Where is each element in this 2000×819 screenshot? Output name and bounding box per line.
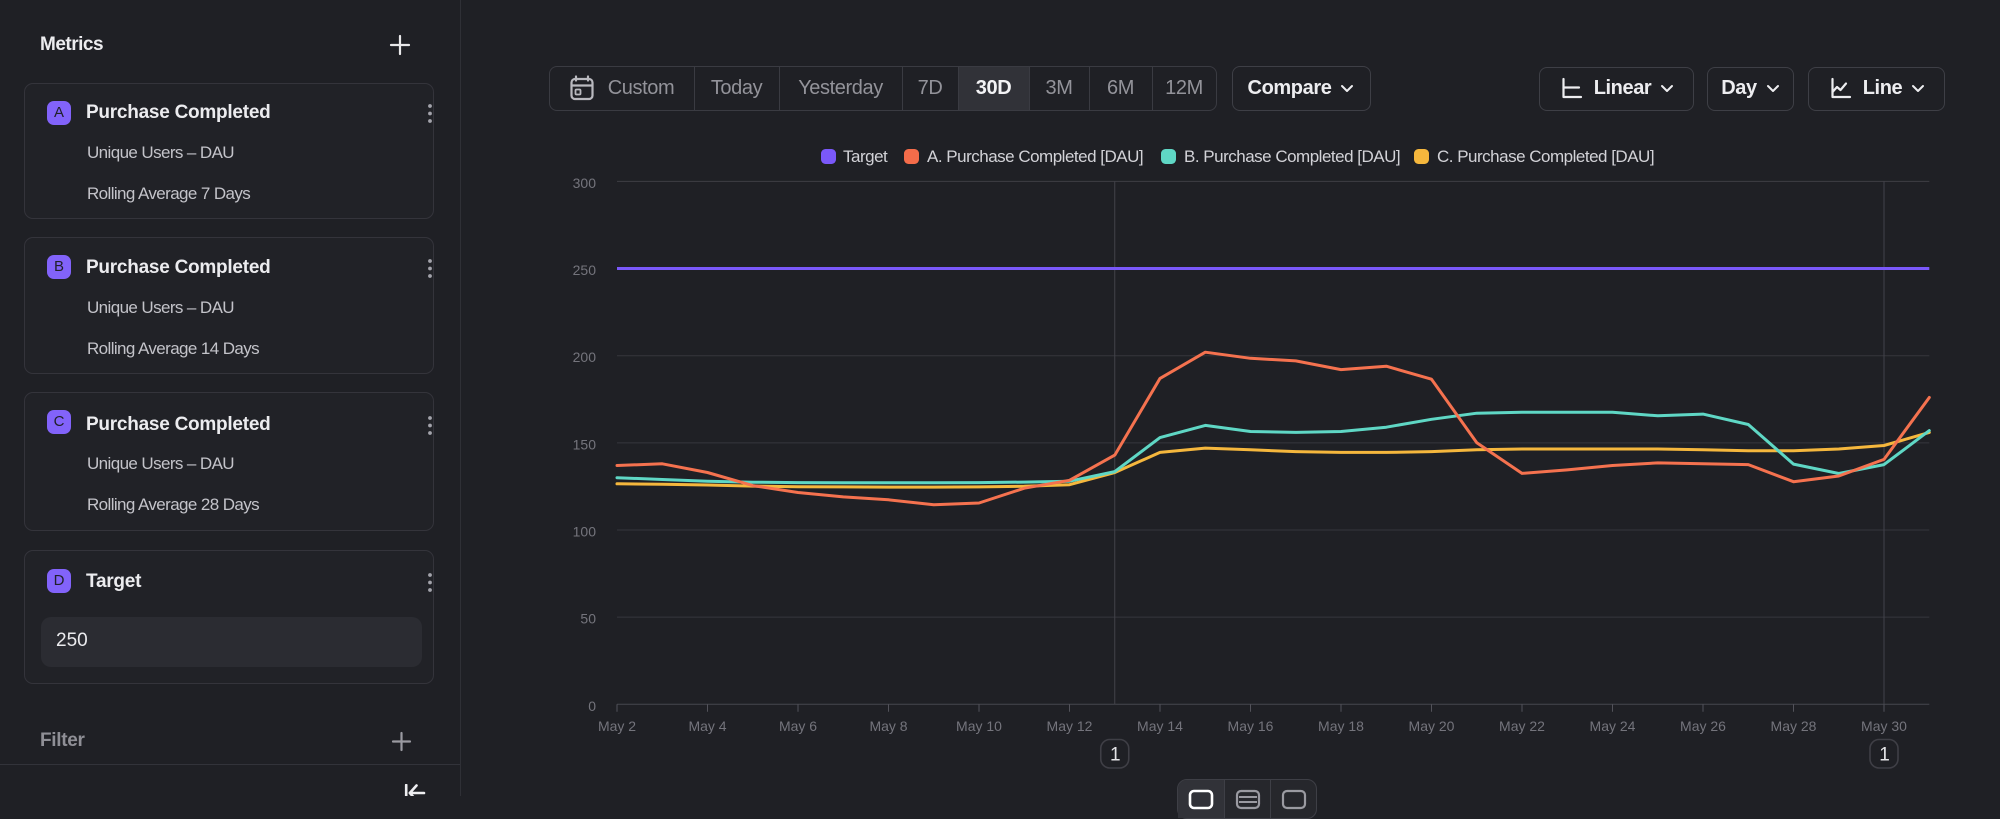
svg-text:May 8: May 8 [869, 718, 907, 734]
svg-text:May 22: May 22 [1499, 718, 1545, 734]
svg-text:May 2: May 2 [598, 718, 636, 734]
svg-text:1: 1 [1879, 745, 1890, 766]
svg-text:50: 50 [580, 611, 596, 627]
svg-text:100: 100 [573, 524, 597, 540]
svg-text:May 10: May 10 [956, 718, 1002, 734]
svg-text:May 6: May 6 [779, 718, 817, 734]
svg-text:300: 300 [573, 175, 597, 191]
svg-text:May 20: May 20 [1409, 718, 1455, 734]
svg-text:1: 1 [1110, 745, 1121, 766]
svg-text:May 18: May 18 [1318, 718, 1364, 734]
svg-text:150: 150 [573, 436, 597, 452]
svg-text:May 24: May 24 [1590, 718, 1636, 734]
svg-text:200: 200 [573, 349, 597, 365]
svg-text:May 28: May 28 [1771, 718, 1817, 734]
svg-text:May 4: May 4 [688, 718, 726, 734]
svg-text:250: 250 [573, 262, 597, 278]
svg-text:May 14: May 14 [1137, 718, 1183, 734]
svg-text:May 16: May 16 [1228, 718, 1274, 734]
svg-text:0: 0 [588, 698, 596, 714]
svg-text:May 12: May 12 [1047, 718, 1093, 734]
svg-text:May 26: May 26 [1680, 718, 1726, 734]
svg-text:May 30: May 30 [1861, 718, 1907, 734]
